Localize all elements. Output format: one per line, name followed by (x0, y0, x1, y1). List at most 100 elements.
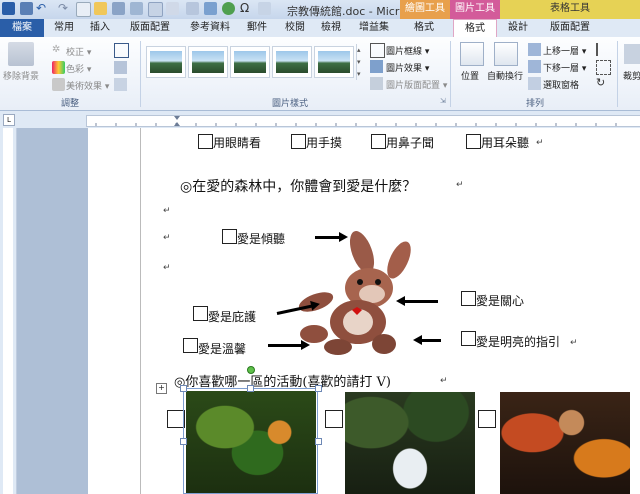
tab-home[interactable]: 常用 (48, 19, 80, 37)
love-label-protect: 愛是庇護 (208, 310, 257, 324)
print-preview-icon[interactable] (130, 2, 143, 15)
position-icon[interactable] (460, 42, 484, 66)
tab-view[interactable]: 檢視 (316, 19, 346, 37)
tab-page-layout[interactable]: 版面配置 (124, 19, 176, 37)
picture-effects-button[interactable]: 圖片效果 ▾ (386, 61, 429, 74)
omega-symbol-icon[interactable]: Ω (240, 2, 253, 15)
redo-icon[interactable]: ↷ (58, 2, 71, 15)
tab-insert[interactable]: 插入 (84, 19, 116, 37)
checkbox[interactable] (198, 134, 213, 149)
new-document-icon[interactable] (76, 2, 91, 17)
arrow-left-icon (396, 296, 438, 306)
color-button[interactable]: 色彩 ▾ (66, 62, 91, 75)
drawing-tools-header: 繪圖工具 (400, 0, 450, 19)
tab-add-ins[interactable]: 增益集 (354, 19, 394, 37)
picture-style-thumb-5[interactable] (314, 46, 354, 78)
checkbox[interactable] (193, 306, 208, 321)
wrap-text-icon[interactable] (494, 42, 518, 66)
arrow-left-icon (413, 335, 441, 345)
columns-icon[interactable] (166, 2, 179, 15)
crop-icon[interactable] (624, 44, 640, 64)
activity-photo-2[interactable] (345, 392, 475, 494)
tab-review[interactable]: 校閱 (280, 19, 310, 37)
paragraph-mark: ↵ (163, 263, 171, 273)
corrections-button[interactable]: 校正 ▾ (66, 45, 91, 58)
love-label-warm: 愛是溫馨 (198, 342, 247, 356)
resize-handle[interactable] (180, 385, 187, 392)
save-icon[interactable] (20, 2, 33, 15)
gallery-scroll-icon[interactable]: ▴ ▾ ▾ (356, 44, 367, 80)
dialog-launcher-icon[interactable]: ⇲ (440, 97, 446, 105)
send-backward-button[interactable]: 下移一層 ▾ (543, 61, 586, 74)
tab-mailings[interactable]: 郵件 (242, 19, 272, 37)
document-title: 宗教傳統館.doc - Micr… (287, 5, 411, 18)
open-folder-icon[interactable] (94, 2, 107, 15)
undo-icon[interactable]: ↶ (36, 2, 49, 15)
checkbox[interactable] (291, 134, 306, 149)
reset-picture-icon[interactable] (114, 78, 127, 91)
checkbox[interactable] (222, 229, 237, 244)
position-button[interactable]: 位置 (461, 69, 479, 82)
group-objects-icon[interactable] (596, 60, 611, 75)
picture-layout-button[interactable]: 圖片版面配置 ▾ (386, 78, 447, 91)
checkbox[interactable] (461, 331, 476, 346)
rotate-icon[interactable]: ↻ (596, 77, 609, 90)
table-tools-header: 表格工具 (500, 0, 640, 19)
table-move-handle-icon[interactable]: + (156, 383, 167, 394)
checkbox[interactable] (461, 291, 476, 306)
checkbox[interactable] (183, 338, 198, 353)
checkbox[interactable] (325, 410, 343, 428)
rotate-handle-icon[interactable] (247, 366, 255, 374)
word-app-icon[interactable] (2, 2, 15, 15)
compress-pictures-icon[interactable] (114, 43, 129, 58)
checkbox[interactable] (466, 134, 481, 149)
selection-pane-button[interactable]: 選取窗格 (543, 78, 579, 91)
bring-forward-button[interactable]: 上移一層 ▾ (543, 44, 586, 57)
picture-border-button[interactable]: 圖片框線 ▾ (386, 44, 429, 57)
arrow-right-icon (315, 232, 348, 242)
checkbox[interactable] (371, 134, 386, 149)
print-icon[interactable] (112, 2, 125, 15)
tab-table-layout[interactable]: 版面配置 (542, 19, 598, 37)
option-label: 用手摸 (306, 136, 343, 150)
align-icon[interactable] (596, 43, 611, 56)
crop-button[interactable]: 裁剪 (623, 69, 640, 82)
picture-effects-icon (370, 60, 383, 73)
tab-references[interactable]: 參考資料 (184, 19, 236, 37)
resize-handle[interactable] (315, 438, 322, 445)
checkbox[interactable] (478, 410, 496, 428)
love-label-care: 愛是關心 (476, 294, 525, 308)
tab-file[interactable]: 檔案 (0, 19, 44, 37)
activity-photo-3[interactable] (500, 392, 630, 494)
paragraph-mark: ↵ (456, 180, 464, 190)
bunny-picture[interactable] (294, 222, 420, 358)
insert-picture-icon[interactable] (186, 2, 199, 15)
resize-handle[interactable] (247, 385, 254, 392)
remove-background-icon[interactable] (8, 42, 34, 66)
picture-style-thumb-3[interactable] (230, 46, 270, 78)
remove-background-button[interactable]: 移除背景 (3, 69, 39, 82)
wrap-text-button[interactable]: 自動換行 (487, 69, 523, 82)
send-backward-icon (528, 60, 541, 73)
change-picture-icon[interactable] (114, 61, 127, 74)
format-painter-icon[interactable] (258, 2, 271, 15)
love-label-guide: 愛是明亮的指引 (476, 335, 561, 349)
option-label: 用眼睛看 (213, 136, 262, 150)
hyperlink-icon[interactable] (222, 2, 235, 15)
tab-selector-icon[interactable]: L (3, 114, 15, 126)
selection-pane-icon (528, 77, 541, 90)
insert-chart-icon[interactable] (204, 2, 217, 15)
picture-style-thumb-4[interactable] (272, 46, 312, 78)
tab-drawing-format[interactable]: 格式 (402, 19, 446, 37)
arrow-right-icon (268, 340, 310, 350)
table-icon[interactable] (148, 2, 163, 17)
selection-border (183, 388, 318, 494)
tab-picture-format[interactable]: 格式 (453, 19, 497, 38)
resize-handle[interactable] (315, 385, 322, 392)
ribbon-separator (140, 41, 141, 107)
picture-style-thumb-1[interactable] (146, 46, 186, 78)
tab-table-design[interactable]: 設計 (502, 19, 534, 37)
resize-handle[interactable] (180, 438, 187, 445)
picture-style-thumb-2[interactable] (188, 46, 228, 78)
artistic-effects-button[interactable]: 美術效果 ▾ (66, 79, 109, 92)
